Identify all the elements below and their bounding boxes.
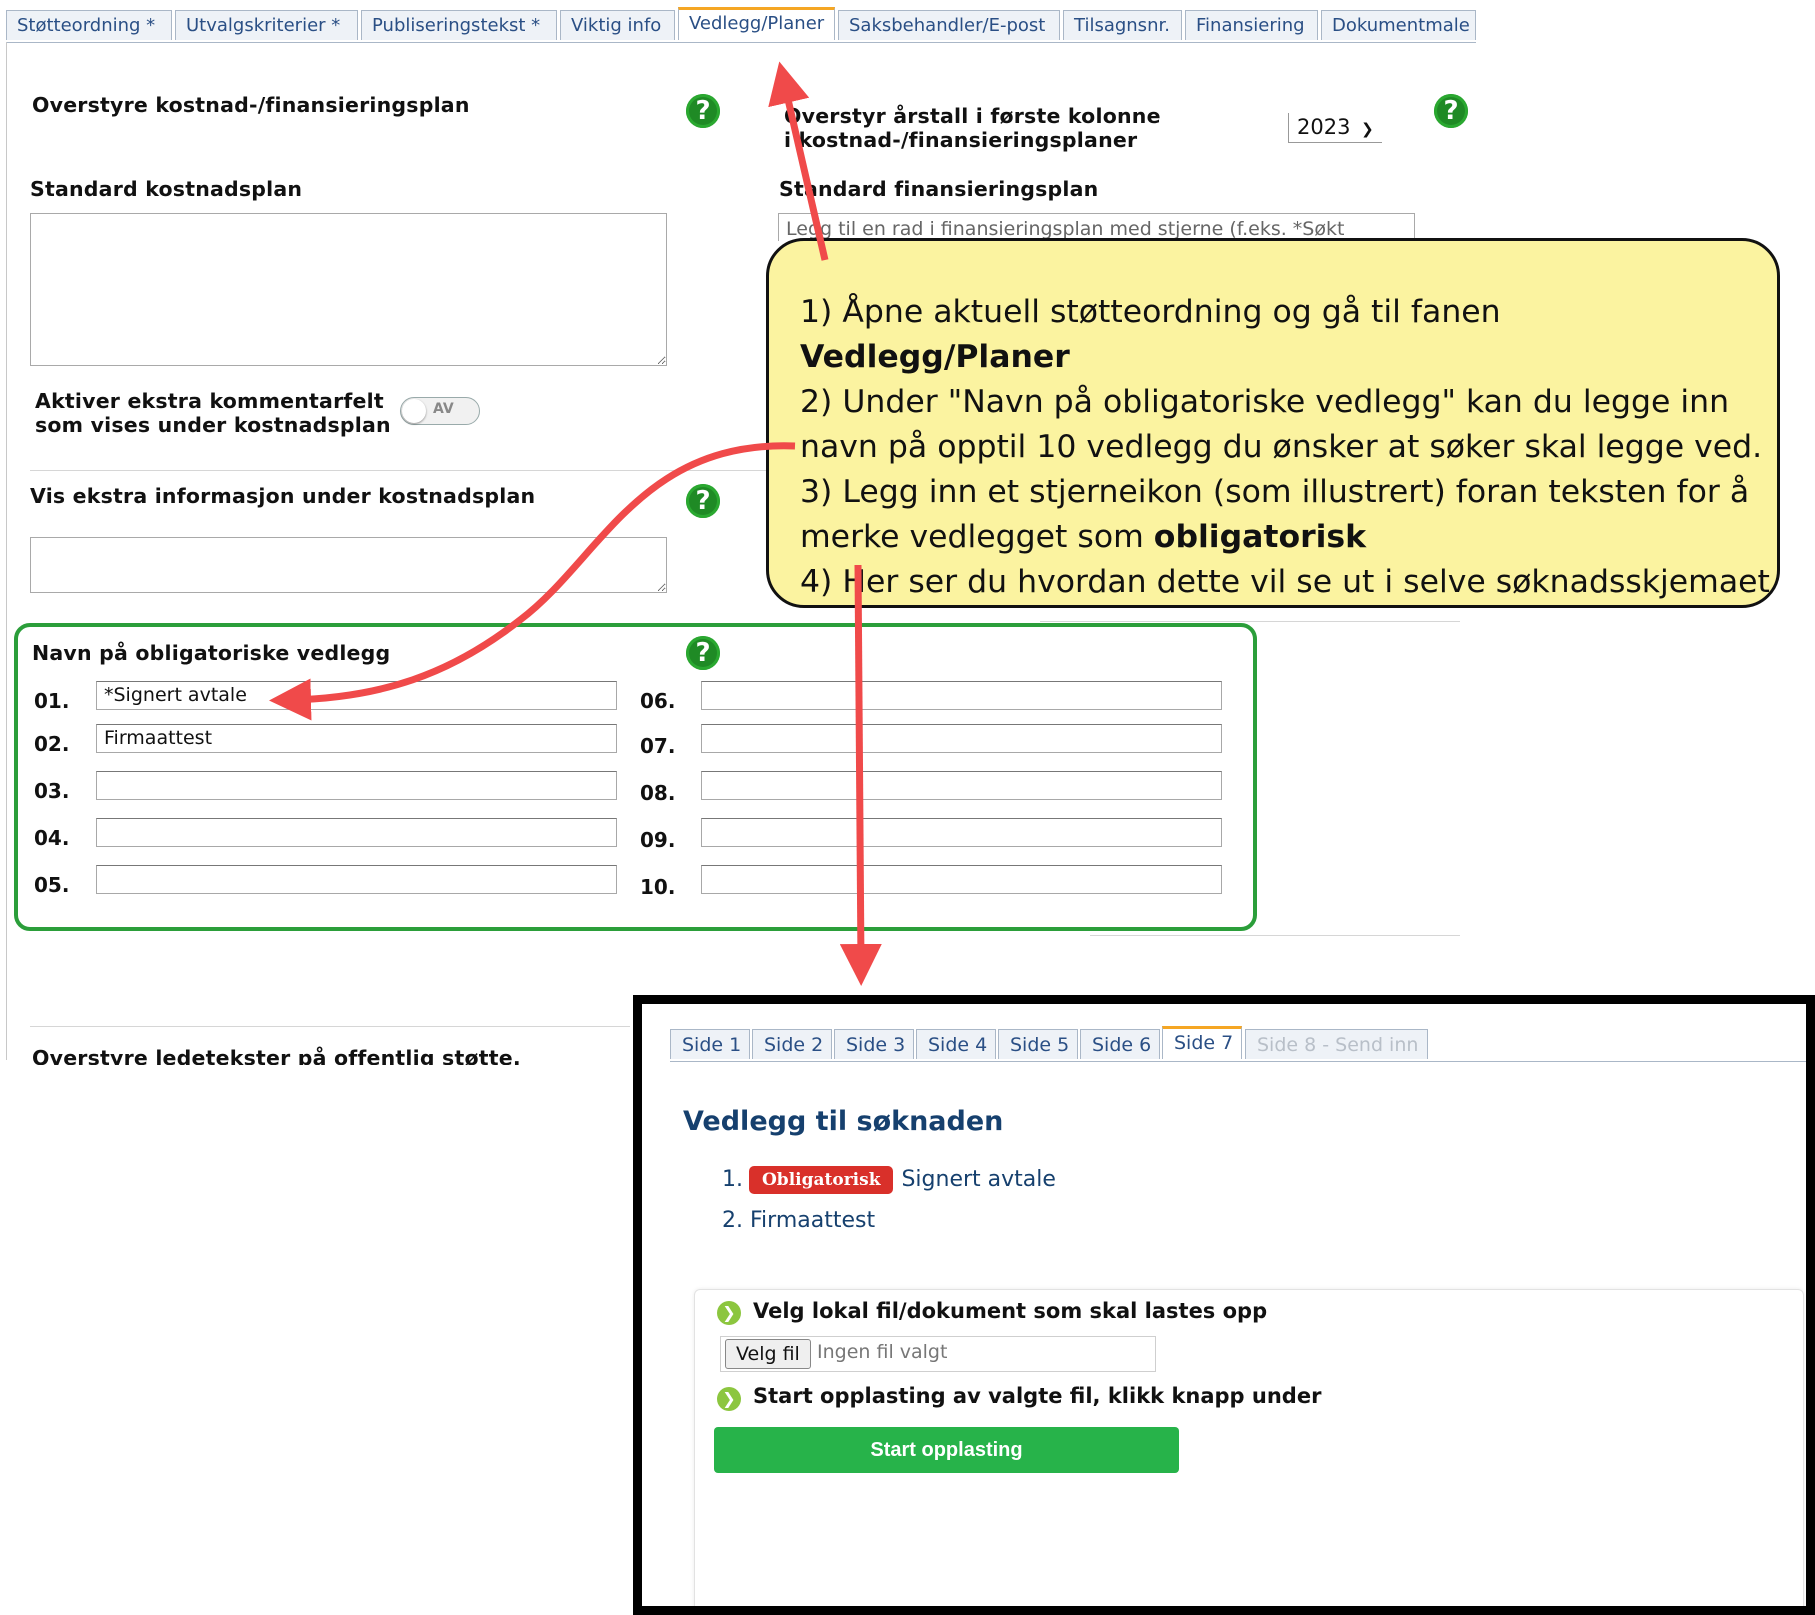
arrow-to-preview (839, 564, 882, 986)
arrow-to-first-attachment (269, 442, 796, 721)
arrow-to-tab (768, 61, 829, 261)
annotation-arrows (269, 61, 882, 986)
